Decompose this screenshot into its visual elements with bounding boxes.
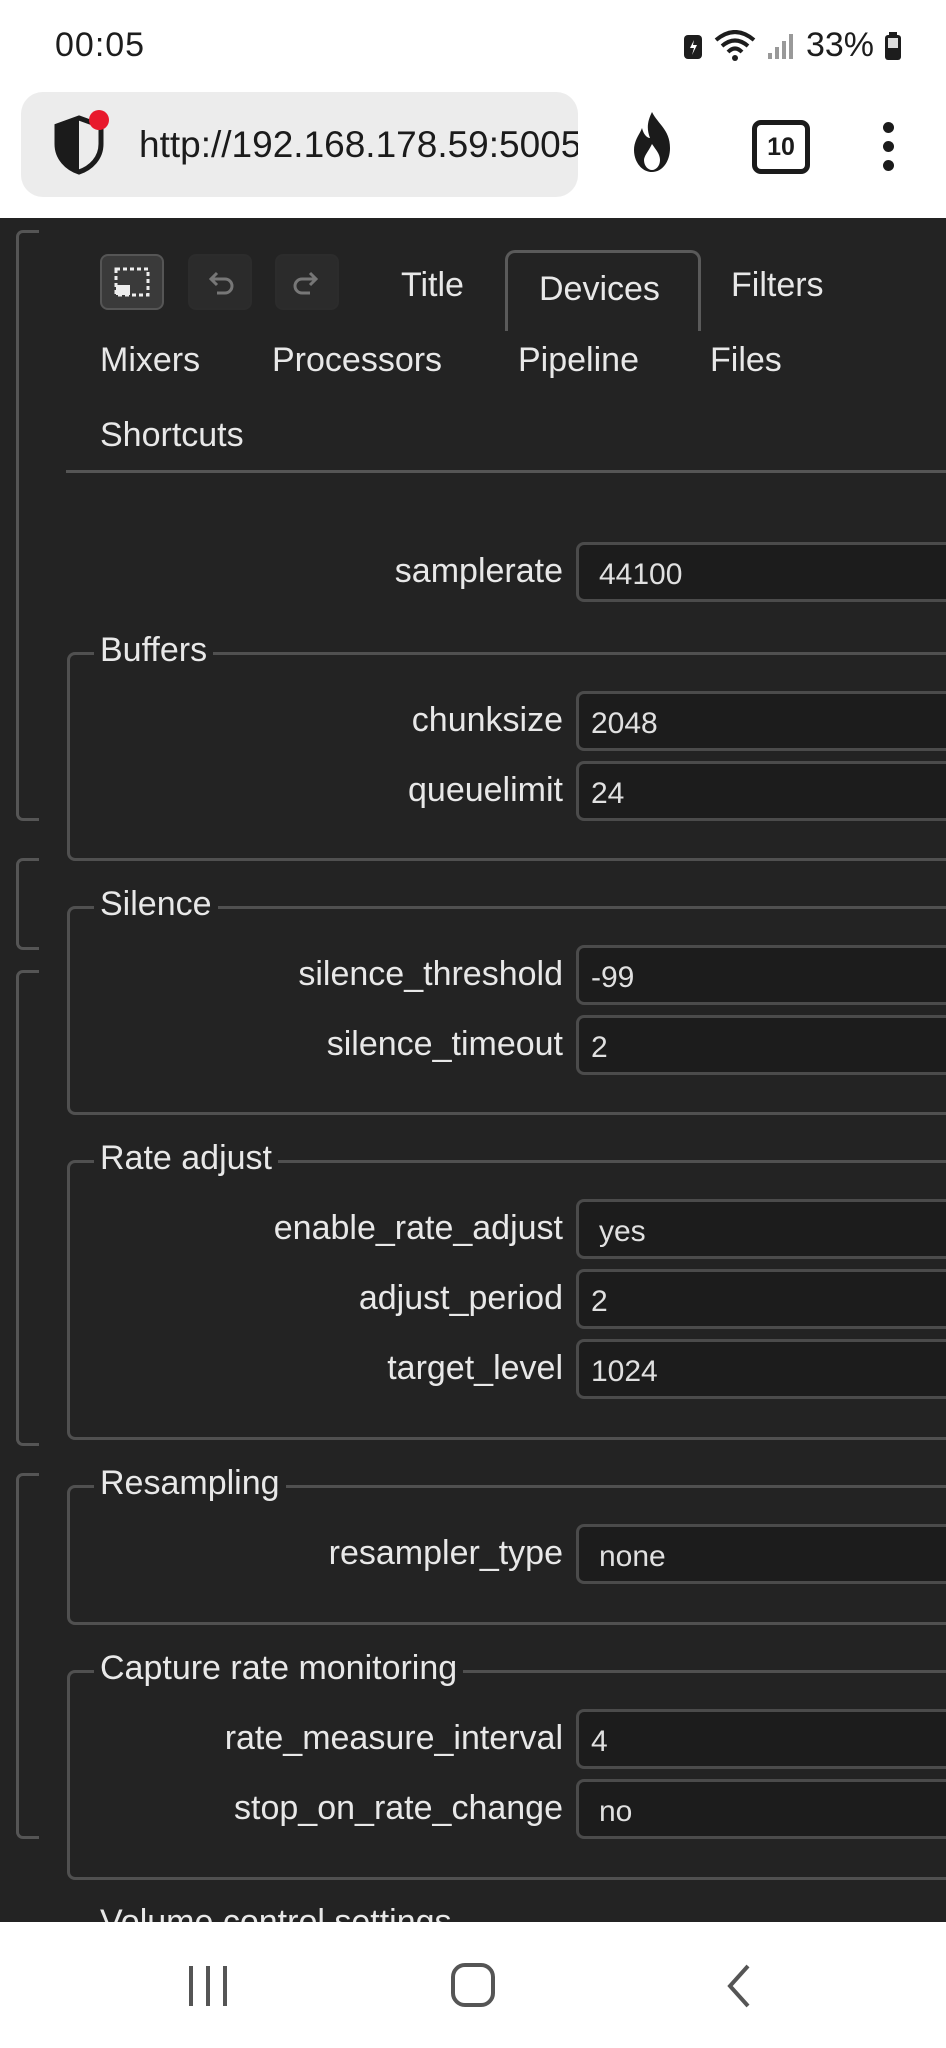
status-time: 00:05 (55, 26, 146, 64)
samplerate-value: 44100 (599, 558, 683, 591)
rate-measure-interval-field[interactable]: 4 (576, 1709, 946, 1769)
resampling-legend: Resampling (94, 1464, 286, 1503)
wifi-icon (714, 29, 756, 61)
home-icon[interactable] (450, 1962, 496, 2008)
silence-timeout-field[interactable]: 2 (576, 1015, 946, 1075)
signal-icon (767, 33, 793, 59)
tab-devices[interactable]: Devices (539, 270, 660, 309)
rate-measure-interval-value: 4 (591, 1725, 608, 1758)
tree-line (16, 858, 39, 950)
adjust-period-label: adjust_period (358, 1279, 563, 1317)
tab-divider (66, 470, 946, 473)
capture-rate-group: Capture rate monitoring (67, 1649, 946, 1880)
stop-on-rate-change-label: stop_on_rate_change (234, 1789, 563, 1827)
recents-icon[interactable] (186, 1964, 232, 2008)
enable-rate-adjust-value: yes (599, 1215, 646, 1248)
fire-icon[interactable] (624, 110, 680, 179)
silence-timeout-label: silence_timeout (326, 1025, 563, 1063)
url-text[interactable]: http://192.168.178.59:5005 (139, 124, 578, 166)
tab-processors[interactable]: Processors (272, 341, 442, 380)
chunksize-field[interactable]: 2048 (576, 691, 946, 751)
stop-on-rate-change-select[interactable]: no (576, 1779, 946, 1839)
address-bar[interactable]: http://192.168.178.59:5005 (21, 92, 578, 197)
target-level-value: 1024 (591, 1355, 658, 1388)
battery-saver-icon (683, 34, 702, 59)
battery-percent: 33% (805, 26, 874, 64)
system-nav-bar (0, 1922, 946, 2048)
rate-adjust-legend: Rate adjust (94, 1139, 278, 1178)
undo-button[interactable] (188, 254, 252, 310)
more-vert-icon[interactable] (878, 114, 898, 200)
redo-icon (293, 271, 319, 295)
enable-rate-adjust-label: enable_rate_adjust (273, 1209, 563, 1247)
buffers-group: Buffers (67, 631, 946, 861)
tabs-button[interactable]: 10 (752, 120, 810, 174)
samplerate-label: samplerate (394, 552, 563, 590)
silence-threshold-value: -99 (591, 961, 635, 994)
status-icons: 33% (682, 26, 902, 65)
tab-filters[interactable]: Filters (731, 266, 824, 305)
silence-timeout-value: 2 (591, 1031, 608, 1064)
adjust-period-value: 2 (591, 1285, 608, 1318)
selection-button[interactable] (100, 254, 164, 310)
silence-group: Silence (67, 885, 946, 1115)
undo-icon (208, 271, 234, 295)
tab-mixers[interactable]: Mixers (100, 341, 200, 380)
queuelimit-value: 24 (591, 777, 625, 810)
resampler-type-value: none (599, 1540, 666, 1573)
samplerate-field[interactable]: 44100 (576, 542, 946, 602)
adjust-period-field[interactable]: 2 (576, 1269, 946, 1329)
battery-icon (885, 31, 901, 60)
privacy-indicator (89, 110, 109, 130)
tab-shortcuts[interactable]: Shortcuts (100, 416, 244, 455)
target-level-label: target_level (387, 1349, 563, 1387)
stop-on-rate-change-value: no (599, 1795, 633, 1828)
resampler-type-label: resampler_type (328, 1534, 563, 1572)
chunksize-value: 2048 (591, 707, 658, 740)
redo-button[interactable] (275, 254, 339, 310)
tab-files[interactable]: Files (710, 341, 782, 380)
browser-toolbar: http://192.168.178.59:5005 10 (0, 90, 946, 218)
tab-pipeline[interactable]: Pipeline (518, 341, 639, 380)
tree-line (16, 970, 39, 1446)
tree-line (16, 230, 39, 821)
volume-legend: Volume control settings (94, 1903, 458, 1922)
main-content: Title Devices Filters Mixers Processors … (0, 218, 946, 1922)
queuelimit-label: queuelimit (408, 771, 563, 809)
queuelimit-field[interactable]: 24 (576, 761, 946, 821)
capture-rate-legend: Capture rate monitoring (94, 1649, 464, 1688)
status-bar: 00:05 33% (0, 0, 946, 90)
resampler-type-select[interactable]: none (576, 1524, 946, 1584)
rate-measure-interval-label: rate_measure_interval (224, 1719, 563, 1757)
tab-title[interactable]: Title (401, 266, 464, 305)
tree-line (16, 1473, 39, 1839)
silence-legend: Silence (94, 885, 218, 924)
enable-rate-adjust-select[interactable]: yes (576, 1199, 946, 1259)
target-level-field[interactable]: 1024 (576, 1339, 946, 1399)
buffers-legend: Buffers (94, 631, 214, 670)
silence-threshold-field[interactable]: -99 (576, 945, 946, 1005)
back-icon[interactable] (722, 1962, 756, 2010)
silence-threshold-label: silence_threshold (298, 955, 563, 993)
selection-icon (114, 267, 150, 297)
chunksize-label: chunksize (411, 701, 563, 739)
